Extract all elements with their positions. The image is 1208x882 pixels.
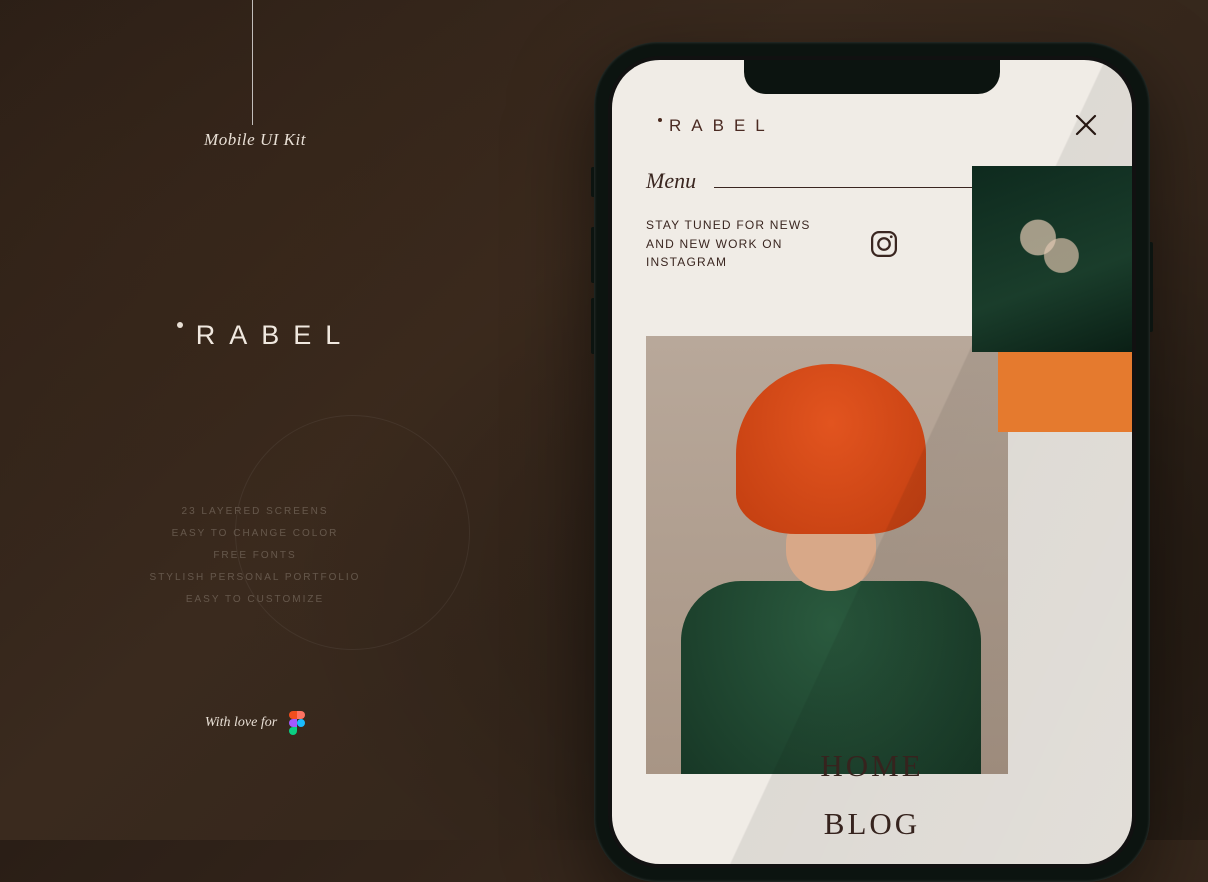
menu-label: Menu — [646, 168, 696, 194]
phone-notch — [744, 60, 1000, 94]
nav-blog[interactable]: BLOG — [612, 806, 1132, 842]
brand-logo: RABEL — [100, 320, 410, 351]
brand-dot-icon — [156, 325, 178, 347]
app-brand-text: RABEL — [669, 116, 775, 136]
promo-left-column: Mobile UI Kit RABEL 23 LAYERED SCREENS E… — [100, 130, 410, 735]
vertical-divider — [252, 0, 253, 125]
brand-text: RABEL — [196, 320, 355, 351]
phone-mockup: RABEL Menu STAY TUNED FOR NEWS AND NEW W… — [594, 42, 1150, 882]
app-screen: RABEL Menu STAY TUNED FOR NEWS AND NEW W… — [612, 60, 1132, 864]
thumbnail-image[interactable] — [972, 166, 1132, 352]
instagram-text: STAY TUNED FOR NEWS AND NEW WORK ON INST… — [646, 216, 841, 272]
nav-links: HOME BLOG — [612, 740, 1132, 864]
kit-subtitle: Mobile UI Kit — [100, 130, 410, 150]
instagram-icon[interactable] — [869, 229, 899, 259]
brand-dot-icon — [646, 120, 659, 133]
with-love-text: With love for — [205, 715, 277, 731]
figma-icon — [289, 711, 305, 735]
hero-image[interactable] — [646, 336, 1008, 774]
app-brand[interactable]: RABEL — [646, 116, 775, 136]
with-love-row: With love for — [100, 711, 410, 735]
brand-ring — [235, 415, 470, 650]
close-icon[interactable] — [1074, 110, 1098, 142]
nav-home[interactable]: HOME — [612, 748, 1132, 784]
